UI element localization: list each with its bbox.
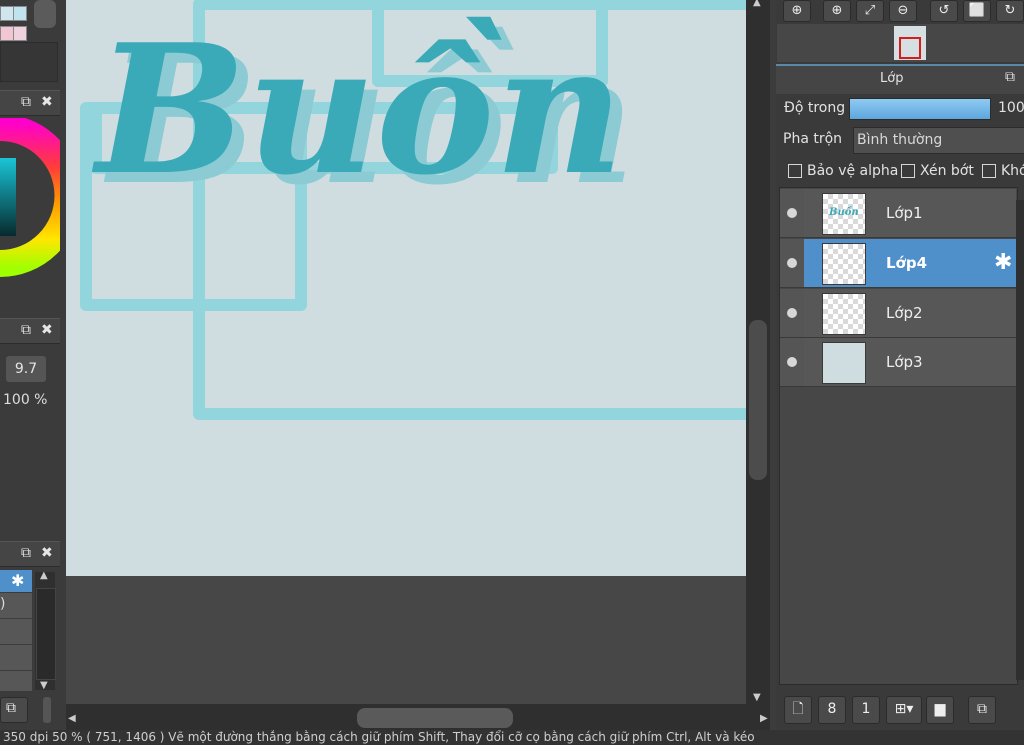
palette-scroll-handle[interactable] [34, 0, 56, 28]
canvas-horizontal-scroll-thumb[interactable] [357, 708, 513, 728]
layer-panel-header: Lớp ⧉ [776, 64, 1024, 94]
popout-icon[interactable]: ⧉ [1005, 69, 1015, 85]
layer-thumbnail [822, 293, 866, 335]
popout-icon[interactable]: ⧉ [21, 322, 31, 338]
opacity-label: Độ trong [784, 100, 846, 116]
new-layer-icon[interactable]: 🗋 [784, 696, 812, 724]
layer-row[interactable]: Buồn Lớp1 [780, 189, 1016, 238]
opacity-value[interactable]: 100 [998, 100, 1024, 116]
close-icon[interactable]: ✖ [41, 322, 53, 338]
popout-icon[interactable]: ⧉ [21, 545, 31, 561]
brush-size-value[interactable]: 9.7 [6, 356, 46, 382]
close-icon[interactable]: ✖ [41, 94, 53, 110]
color-wheel[interactable] [0, 118, 60, 278]
scroll-up-icon[interactable]: ▲ [753, 0, 761, 8]
visibility-toggle[interactable] [780, 239, 804, 287]
list-row[interactable]: ) [0, 593, 32, 619]
list-row[interactable] [0, 619, 32, 645]
visibility-toggle[interactable] [780, 289, 804, 337]
protect-alpha-checkbox[interactable] [788, 164, 802, 178]
layer-row[interactable]: Lớp3 [780, 338, 1016, 387]
layer-panel-title: Lớp [880, 71, 904, 86]
color-panel-header: ⧉ ✖ [0, 90, 60, 116]
eye-icon [787, 357, 797, 367]
layer-row[interactable]: Lớp2 [780, 289, 1016, 338]
swatch-pink[interactable] [0, 26, 14, 41]
swatch-sky[interactable] [13, 6, 27, 21]
fit-screen-icon[interactable]: ⤢ [856, 0, 884, 22]
list-scroll-thumb[interactable] [36, 588, 56, 680]
list-row-label: ) [0, 596, 6, 612]
zoom-out-icon[interactable]: ⊖ [889, 0, 917, 22]
rotate-left-icon[interactable]: ↺ [930, 0, 958, 22]
layer-name: Lớp3 [886, 353, 923, 371]
layer-name: Lớp2 [886, 304, 923, 322]
visibility-toggle[interactable] [780, 338, 804, 386]
layer-thumbnail [822, 342, 866, 384]
drawing-canvas[interactable]: Buồn Buồn [66, 0, 746, 576]
blend-mode-select[interactable]: Bình thường [853, 127, 1024, 154]
list-panel-header: ⧉ ✖ [0, 541, 60, 567]
folder-icon[interactable]: ▆ [926, 696, 954, 724]
eye-icon [787, 208, 797, 218]
eye-icon [787, 258, 797, 268]
opacity-slider[interactable] [849, 98, 991, 120]
new-8bit-layer-icon[interactable]: 8 [818, 696, 846, 724]
layer-name: Lớp4 [886, 254, 928, 272]
left-mini-scroll[interactable] [43, 697, 51, 723]
clipping-label: Xén bớt [920, 163, 974, 179]
close-icon[interactable]: ✖ [41, 545, 53, 561]
layer-list-scrollbar[interactable] [1016, 200, 1024, 680]
layer-row-selected[interactable]: Lớp4 ✱ [780, 239, 1016, 288]
clipping-checkbox[interactable] [901, 164, 915, 178]
scroll-down-icon[interactable]: ▼ [40, 680, 48, 691]
blend-label: Pha trộn [783, 131, 843, 147]
blend-mode-value: Bình thường [857, 132, 943, 148]
gear-icon[interactable]: ✱ [994, 250, 1012, 275]
new-1bit-layer-icon[interactable]: 1 [852, 696, 880, 724]
palette-empty-area [0, 42, 58, 82]
scroll-up-icon[interactable]: ▲ [40, 570, 48, 581]
add-layer-dropdown-icon[interactable]: ⊞▾ [886, 696, 922, 724]
popout-icon[interactable]: ⧉ [21, 94, 31, 110]
protect-alpha-label: Bảo vệ alpha [807, 163, 899, 179]
canvas-artwork: Buồn Buồn [80, 0, 746, 420]
lock-label: Khó [1001, 163, 1024, 179]
status-bar: 350 dpi 50 % ( 751, 1406 ) Vẽ một đường … [0, 730, 1024, 745]
scroll-right-icon[interactable]: ▶ [760, 713, 768, 724]
status-text: 350 dpi 50 % ( 751, 1406 ) Vẽ một đường … [3, 730, 755, 744]
swatch-light-blue[interactable] [0, 6, 14, 21]
navigator-viewport-rect[interactable] [899, 37, 921, 59]
duplicate-icon[interactable]: ⧉ [0, 697, 28, 723]
lettering-text: Buồn [91, 5, 624, 214]
reset-view-icon[interactable]: ⬜ [963, 0, 991, 22]
lock-checkbox[interactable] [982, 164, 996, 178]
list-selected-row[interactable]: ✱ [0, 570, 32, 592]
eye-icon [787, 308, 797, 318]
layer-thumbnail: Buồn [822, 193, 866, 235]
brush-opacity-value[interactable]: 100 % [3, 392, 47, 408]
visibility-toggle[interactable] [780, 189, 804, 237]
canvas-vertical-scroll-thumb[interactable] [749, 320, 767, 480]
duplicate-layer-icon[interactable]: ⧉ [968, 696, 996, 724]
list-row[interactable] [0, 671, 32, 691]
list-row[interactable] [0, 645, 32, 671]
rotate-right-icon[interactable]: ↻ [996, 0, 1024, 22]
zoom-fit-icon[interactable]: ⊕ [783, 0, 811, 22]
layer-thumbnail [822, 243, 866, 285]
scroll-left-icon[interactable]: ◀ [68, 713, 76, 724]
swatch-rose[interactable] [13, 26, 27, 41]
layer-name: Lớp1 [886, 204, 923, 222]
gear-icon[interactable]: ✱ [11, 571, 24, 590]
brush-panel-header: ⧉ ✖ [0, 318, 60, 344]
scroll-down-icon[interactable]: ▼ [753, 692, 761, 703]
zoom-in-icon[interactable]: ⊕ [823, 0, 851, 22]
